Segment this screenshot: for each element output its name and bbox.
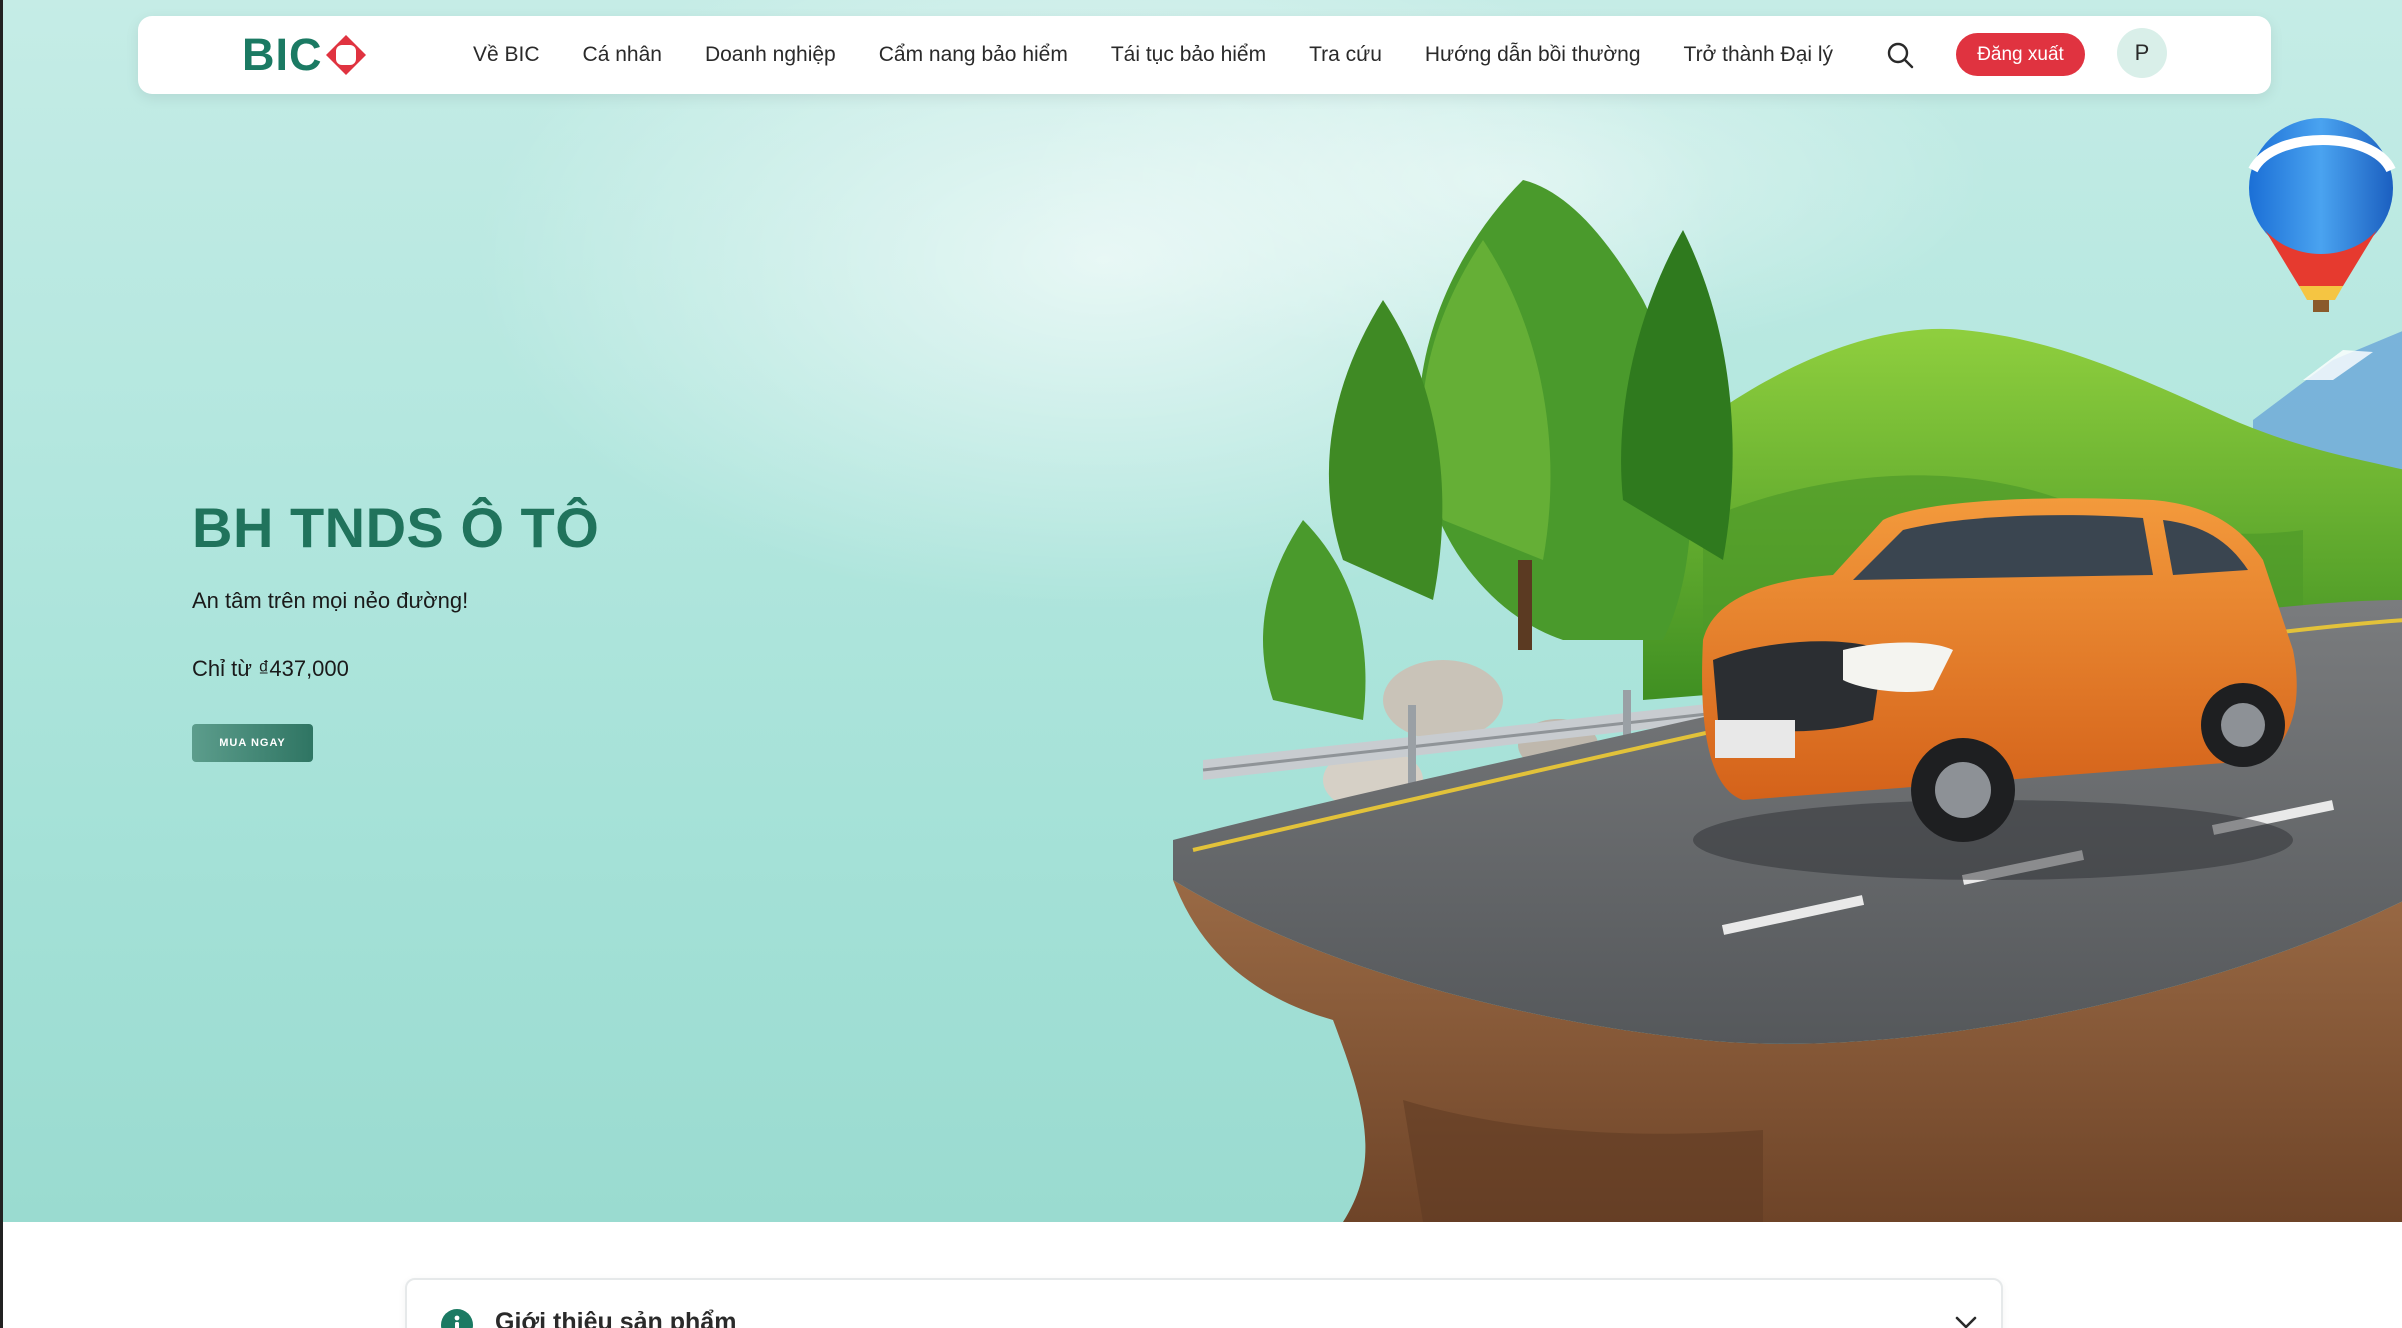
nav-item-doanh-nghiep[interactable]: Doanh nghiệp (705, 43, 836, 67)
bic-logo[interactable]: BIC (242, 29, 367, 80)
info-icon (441, 1309, 473, 1328)
hero-title: BH TNDS Ô TÔ (192, 496, 600, 559)
chevron-down-icon[interactable] (1955, 1316, 1977, 1328)
nav-item-tro-thanh-dai-ly[interactable]: Trở thành Đại lý (1684, 43, 1834, 67)
main-menu: Về BIC Cá nhân Doanh nghiệp Cẩm nang bảo… (473, 16, 1876, 94)
page: BIC Về BIC Cá nhân Doanh nghiệp Cẩm nang… (0, 0, 2402, 1328)
logout-button[interactable]: Đăng xuất (1956, 33, 2085, 76)
nav-item-huong-dan-boi-thuong[interactable]: Hướng dẫn bồi thường (1425, 43, 1641, 67)
search-icon[interactable] (1885, 40, 1915, 70)
nav-item-tra-cuu[interactable]: Tra cứu (1309, 43, 1382, 67)
nav-item-tai-tuc-bao-hiem[interactable]: Tái tục bảo hiểm (1111, 43, 1266, 67)
hero-price: Chỉ từ ₫437,000 (192, 656, 349, 681)
hero-subtitle: An tâm trên mọi nẻo đường! (192, 588, 469, 613)
top-navbar: BIC Về BIC Cá nhân Doanh nghiệp Cẩm nang… (138, 16, 2271, 94)
hero-banner: BIC Về BIC Cá nhân Doanh nghiệp Cẩm nang… (3, 0, 2402, 1222)
logo-mark-icon (325, 35, 366, 75)
product-intro-accordion[interactable]: Giới thiệu sản phẩm (405, 1278, 2003, 1328)
user-avatar[interactable]: P (2117, 28, 2167, 78)
nav-item-cam-nang-bao-hiem[interactable]: Cẩm nang bảo hiểm (879, 43, 1068, 67)
accordion-title: Giới thiệu sản phẩm (495, 1308, 737, 1328)
nav-item-ca-nhan[interactable]: Cá nhân (583, 43, 662, 67)
logo-text: BIC (242, 29, 323, 80)
buy-now-button[interactable]: MUA NGAY (192, 724, 313, 762)
nav-item-ve-bic[interactable]: Về BIC (473, 43, 540, 67)
